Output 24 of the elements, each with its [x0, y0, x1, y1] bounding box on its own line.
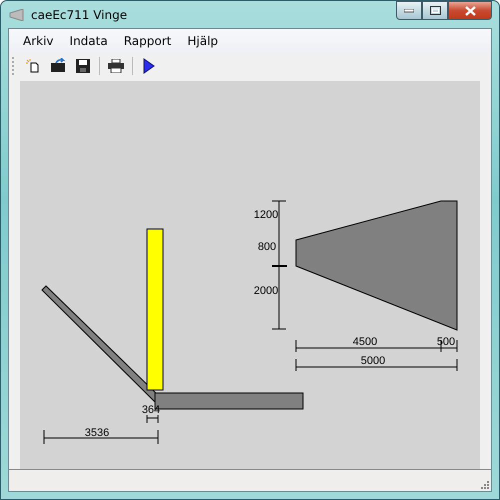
dimension-line [146, 414, 158, 424]
printer-icon [108, 58, 124, 72]
dimension-label: 2000 [254, 285, 278, 297]
dimension-label: 800 [258, 241, 276, 253]
close-icon [464, 6, 476, 16]
play-icon [143, 58, 155, 74]
dimension-label: 3536 [84, 427, 110, 439]
app-icon [9, 8, 25, 20]
folder-icon [50, 58, 66, 73]
window-title: caeEc711 Vinge [31, 8, 128, 22]
close-button[interactable] [448, 1, 492, 20]
dimension-label: 364 [142, 404, 160, 416]
maximize-icon [430, 6, 440, 15]
menu-item[interactable]: Hjälp [179, 34, 226, 48]
minimize-button[interactable] [396, 1, 422, 20]
dimension-label: 5000 [360, 355, 386, 367]
menu-item[interactable]: Indata [62, 34, 116, 48]
menu-item[interactable]: Rapport [116, 34, 180, 48]
minimize-icon [404, 8, 414, 12]
dimension-label: 1200 [254, 209, 278, 221]
menu-item[interactable]: Arkiv [15, 34, 62, 48]
dimension-label: 4500 [352, 336, 378, 348]
maximize-button[interactable] [422, 1, 448, 20]
new-file-icon [26, 58, 40, 72]
